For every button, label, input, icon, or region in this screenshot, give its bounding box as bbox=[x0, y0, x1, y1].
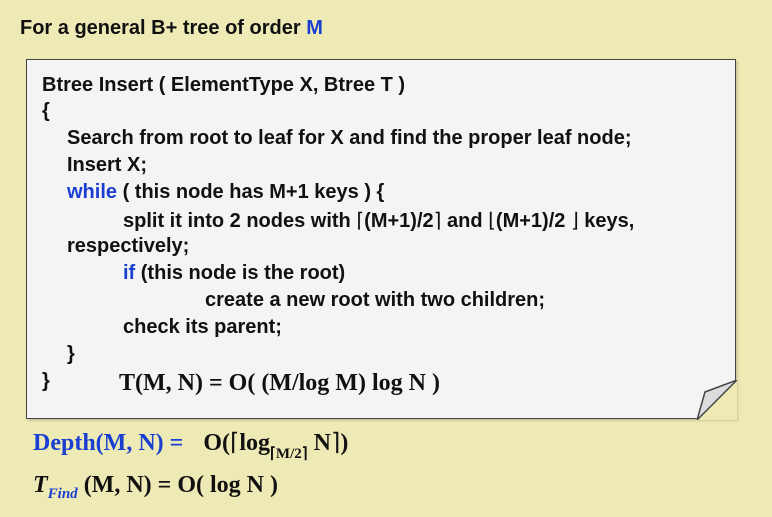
heading-text: For a general B+ tree of order bbox=[20, 17, 307, 39]
insert-time-formula: T(M, N) = O( (M/log M) log N ) bbox=[119, 370, 440, 397]
depth-base-ceil-right: ⌉ bbox=[301, 446, 308, 462]
line-check-parent: check its parent; bbox=[123, 316, 282, 338]
while-keyword: while bbox=[67, 181, 118, 203]
function-signature: Btree Insert ( ElementType X, Btree T ) bbox=[42, 74, 406, 96]
split-prefix: split it into 2 nodes with bbox=[123, 210, 357, 232]
close-function-brace: } bbox=[42, 370, 50, 392]
line-if: if (this node is the root) bbox=[123, 262, 345, 285]
find-rest: (M, N) = O( log N ) bbox=[83, 472, 278, 498]
insert-time-text: T(M, N) = O( (M/log M) log N ) bbox=[119, 370, 440, 396]
floor-right-bracket: ⌋ bbox=[565, 210, 579, 232]
slide-heading: For a general B+ tree of order M bbox=[20, 17, 323, 40]
split-middle: and bbox=[441, 210, 489, 232]
depth-n: N bbox=[313, 430, 331, 456]
line-search: Search from root to leaf for X and find … bbox=[67, 127, 632, 149]
line-insert: Insert X; bbox=[67, 154, 148, 176]
close-while-brace: } bbox=[67, 343, 75, 365]
depth-base: M/2 bbox=[275, 446, 302, 462]
split-ceil-expr: (M+1)/2 bbox=[364, 210, 434, 232]
find-time-formula: TFind (M, N) = O( log N ) bbox=[33, 472, 278, 503]
while-condition: ( this node has M+1 keys ) { bbox=[117, 181, 385, 203]
split-suffix: keys, bbox=[578, 210, 635, 232]
depth-ceil-right: ⌉ bbox=[330, 430, 341, 456]
depth-label: Depth(M, N) = bbox=[33, 430, 184, 456]
split-floor-expr: (M+1)/2 bbox=[495, 210, 566, 232]
heading-order-variable: M bbox=[306, 17, 323, 39]
ceil-left-bracket: ⌈ bbox=[356, 210, 365, 232]
find-subscript: Find bbox=[47, 486, 78, 502]
depth-formula: Depth(M, N) = O(⌈log⌈M/2⌉ N⌉) bbox=[33, 428, 348, 463]
find-t: T bbox=[33, 472, 48, 498]
if-keyword: if bbox=[123, 262, 136, 284]
open-brace: { bbox=[42, 100, 50, 122]
pseudocode-box: Btree Insert ( ElementType X, Btree T ) … bbox=[26, 59, 737, 420]
depth-log: log bbox=[239, 430, 271, 456]
depth-o: O( bbox=[203, 430, 230, 456]
if-condition: (this node is the root) bbox=[135, 262, 346, 284]
depth-close: ) bbox=[340, 430, 349, 456]
line-while: while ( this node has M+1 keys ) { bbox=[67, 181, 384, 204]
line-create-root: create a new root with two children; bbox=[205, 289, 546, 311]
line-split: split it into 2 nodes with ⌈(M+1)/2⌉ and… bbox=[123, 208, 634, 233]
line-respectively: respectively; bbox=[67, 235, 190, 257]
floor-left-bracket: ⌊ bbox=[488, 210, 496, 232]
page-curl-icon bbox=[697, 380, 737, 420]
depth-ceil-left: ⌈ bbox=[230, 430, 240, 456]
